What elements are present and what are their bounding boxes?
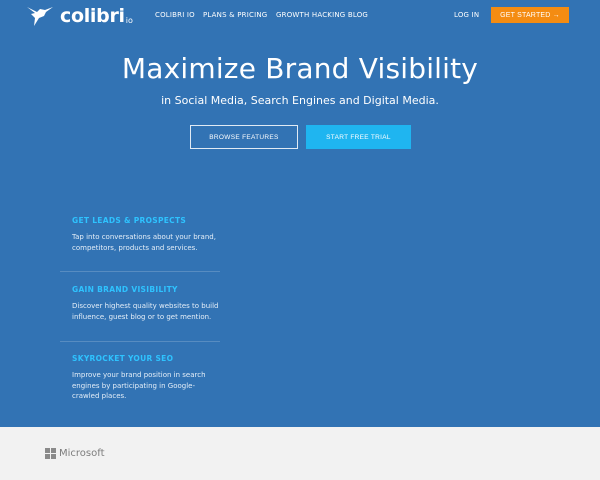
start-free-trial-button[interactable]: START FREE TRIAL xyxy=(306,125,411,149)
browse-features-button[interactable]: BROWSE FEATURES xyxy=(190,125,298,149)
page-title: Maximize Brand Visibility xyxy=(121,52,479,85)
microsoft-logo-icon xyxy=(45,448,56,459)
client-name: Microsoft xyxy=(59,448,105,459)
brand-suffix: io xyxy=(125,15,133,25)
feature-divider xyxy=(60,271,220,272)
feature-title: GAIN BRAND VISIBILITY xyxy=(72,285,178,294)
hero-section: colibri io COLIBRI IO PLANS & PRICING GR… xyxy=(0,0,600,427)
brand-logo[interactable]: colibri io xyxy=(26,4,133,28)
brand-name: colibri xyxy=(60,5,125,27)
nav-link-plans-pricing[interactable]: PLANS & PRICING xyxy=(203,11,267,19)
nav-link-growth-hacking-blog[interactable]: GROWTH HACKING BLOG xyxy=(276,11,368,19)
feature-title: SKYROCKET YOUR SEO xyxy=(72,354,174,363)
client-logo-microsoft: Microsoft xyxy=(45,448,105,459)
feature-text: Improve your brand position in search en… xyxy=(72,371,206,400)
hummingbird-icon xyxy=(27,7,53,26)
feature-seo: SKYROCKET YOUR SEO Improve your brand po… xyxy=(72,354,220,402)
page-subtitle: in Social Media, Search Engines and Digi… xyxy=(161,94,439,107)
feature-visibility: GAIN BRAND VISIBILITY Discover highest q… xyxy=(72,285,220,322)
get-started-button[interactable]: GET STARTED → xyxy=(491,7,569,23)
feature-title: GET LEADS & PROSPECTS xyxy=(72,216,187,225)
feature-text: Discover highest quality websites to bui… xyxy=(72,302,219,321)
feature-text: Tap into conversations about your brand,… xyxy=(72,233,216,252)
feature-leads: GET LEADS & PROSPECTS Tap into conversat… xyxy=(72,216,220,253)
nav-link-colibri-io[interactable]: COLIBRI IO xyxy=(155,11,195,19)
feature-divider xyxy=(60,341,220,342)
login-link[interactable]: LOG IN xyxy=(454,11,479,19)
